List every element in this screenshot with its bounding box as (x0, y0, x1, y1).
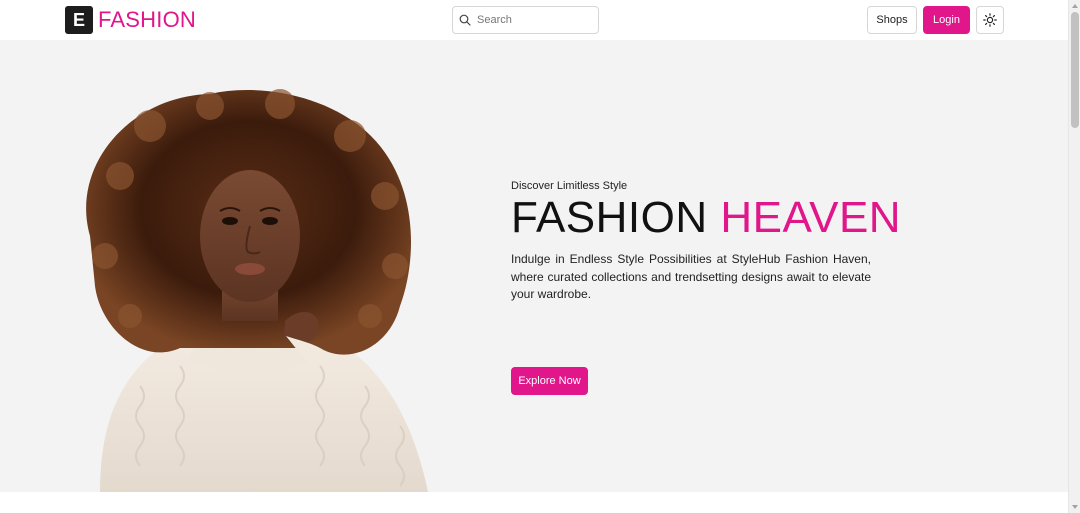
headline-dark-word: FASHION (511, 193, 708, 242)
login-button[interactable]: Login (923, 6, 970, 34)
page-scrollbar[interactable] (1068, 0, 1080, 513)
brand-logo[interactable]: E FASHION (65, 6, 196, 34)
hero-kicker: Discover Limitless Style (511, 180, 628, 192)
scrollbar-thumb[interactable] (1071, 12, 1079, 128)
top-navbar: E FASHION Shops Login (0, 0, 1068, 40)
search-input[interactable] (477, 14, 587, 26)
sun-icon (983, 13, 997, 27)
caret-down-icon[interactable] (1071, 503, 1079, 511)
logo-mark: E (65, 6, 93, 34)
hero-section: Discover Limitless Style FASHION HEAVEN … (0, 40, 1068, 492)
logo-text: FASHION (98, 7, 196, 32)
theme-toggle-button[interactable] (976, 6, 1004, 34)
next-section (0, 492, 1068, 513)
search-box[interactable] (452, 6, 599, 34)
hero-content: Discover Limitless Style FASHION HEAVEN … (511, 180, 901, 395)
headline-accent-word: HEAVEN (720, 193, 902, 242)
explore-now-button[interactable]: Explore Now (511, 367, 588, 395)
hero-description: Indulge in Endless Style Possibilities a… (511, 252, 871, 301)
hero-model-image (60, 86, 440, 492)
caret-up-icon[interactable] (1071, 2, 1079, 10)
hero-headline: FASHION HEAVEN (511, 193, 901, 242)
shops-button[interactable]: Shops (867, 6, 917, 34)
search-icon (459, 14, 471, 26)
